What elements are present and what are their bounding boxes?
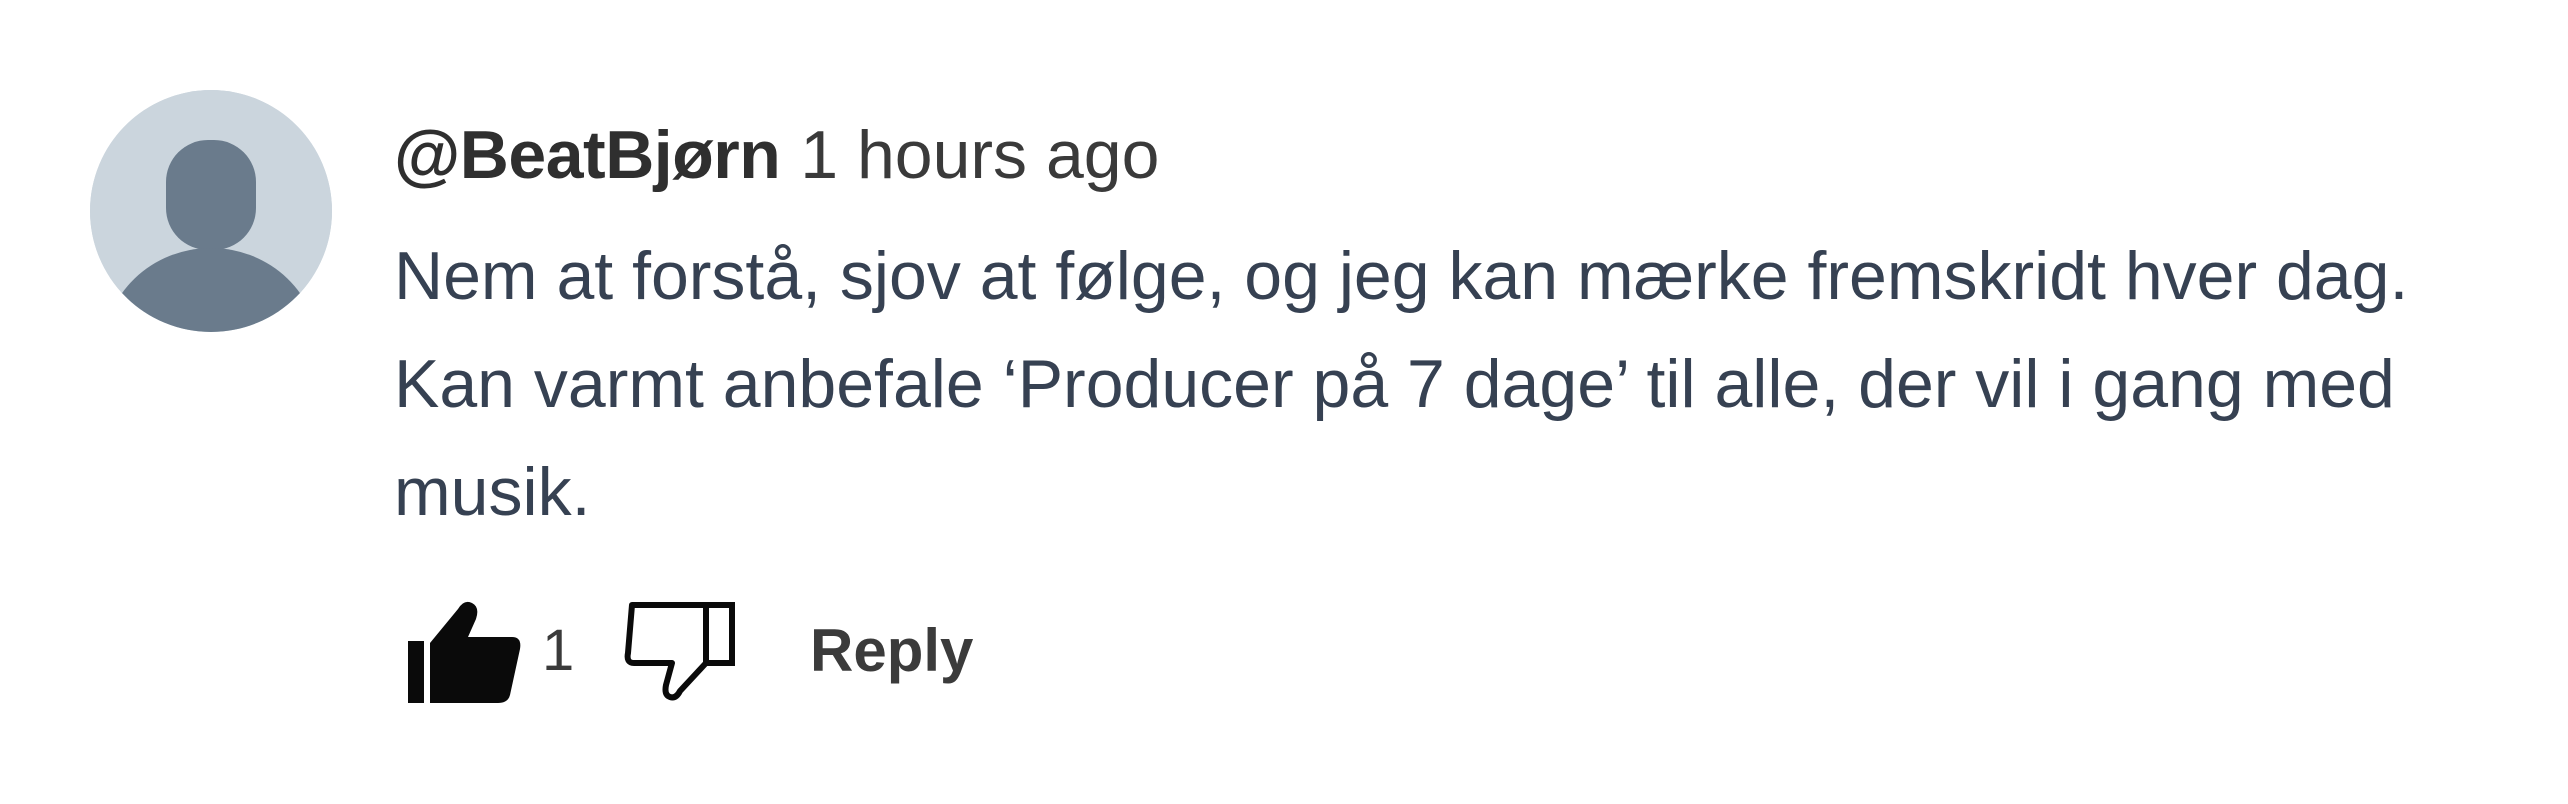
comment-body: @BeatBjørn 1 hours ago Nem at forstå, sj… xyxy=(394,100,2408,546)
reply-button[interactable]: Reply xyxy=(810,616,973,685)
default-user-avatar-icon xyxy=(90,90,332,332)
comment-text: Nem at forstå, sjov at følge, og jeg kan… xyxy=(394,238,2409,530)
comment-header: @BeatBjørn 1 hours ago xyxy=(394,100,2394,210)
comment-actions: 1 Reply xyxy=(394,585,973,715)
thumbs-up-icon xyxy=(408,601,521,703)
like-button[interactable] xyxy=(394,585,534,715)
avatar[interactable] xyxy=(90,90,332,332)
username[interactable]: @BeatBjørn xyxy=(394,116,781,194)
timestamp[interactable]: 1 hours ago xyxy=(800,116,1159,194)
comment-card: @BeatBjørn 1 hours ago Nem at forstå, sj… xyxy=(0,0,2568,804)
dislike-button[interactable] xyxy=(612,585,752,715)
like-count: 1 xyxy=(542,617,575,683)
thumbs-down-icon xyxy=(624,602,735,701)
